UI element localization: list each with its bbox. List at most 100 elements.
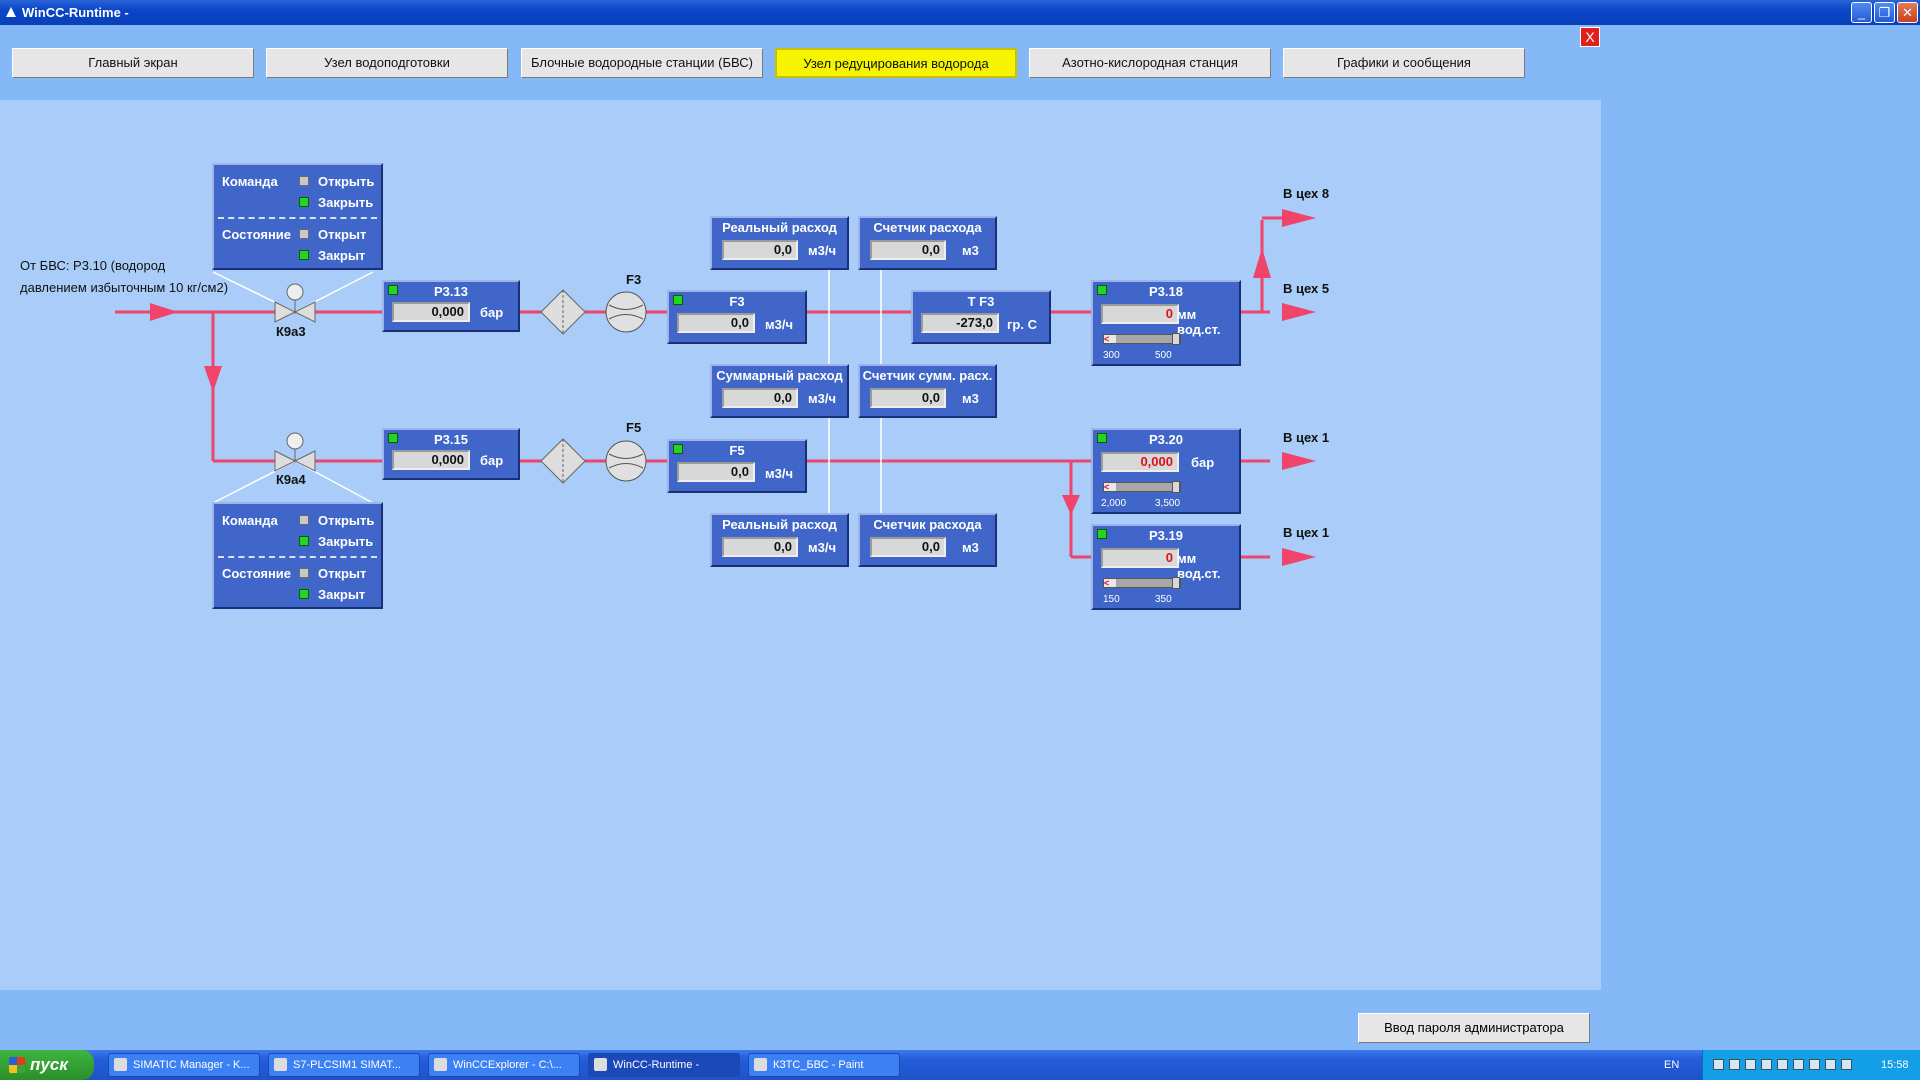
outlet-label: В цех 5 (1283, 281, 1330, 296)
tray-icon[interactable] (1777, 1059, 1788, 1070)
language-indicator[interactable]: EN (1664, 1059, 1679, 1071)
task-wincc-explorer[interactable]: WinCCExplorer - C:\... (428, 1053, 580, 1077)
wincc-explorer-icon (434, 1058, 447, 1071)
low-alarm-icon: < (1104, 482, 1110, 492)
tag-title: Счетчик сумм. расх. (862, 368, 993, 383)
unit-label: мм вод.ст. (1177, 551, 1221, 581)
value-field: 0,0 (677, 313, 755, 333)
opened-state-label: Открыт (318, 227, 367, 242)
real-flow-f5-display[interactable]: Реальный расход 0,0 м3/ч (710, 513, 849, 567)
range-min: 2,000 (1101, 498, 1127, 509)
tray-icon[interactable] (1761, 1059, 1772, 1070)
unit-label: м3/ч (808, 540, 837, 555)
unit-label: м3/ч (808, 243, 837, 258)
value-field: 0 (1101, 304, 1179, 324)
tf3-temperature-display[interactable]: Т F3 -273,0 гр. С (911, 290, 1051, 344)
open-command-led[interactable] (299, 176, 309, 186)
tag-title: Р3.20 (1149, 432, 1183, 447)
open-command-label: Открыть (318, 513, 375, 528)
closed-state-label: Закрыт (318, 248, 366, 263)
range-min: 300 (1103, 350, 1120, 361)
close-command-led[interactable] (299, 536, 309, 546)
f3-flow-display[interactable]: F3 0,0 м3/ч (667, 290, 807, 344)
tray-icon[interactable] (1713, 1059, 1724, 1070)
total-counter-display[interactable]: Счетчик сумм. расх. 0,0 м3 (858, 364, 997, 418)
unit-label: бар (480, 453, 504, 468)
task-plcsim[interactable]: S7-PLCSIM1 SIMAT... (268, 1053, 420, 1077)
valve-k9a3-label: К9а3 (276, 324, 306, 339)
state-label: Состояние (222, 227, 292, 242)
unit-label: м3/ч (765, 317, 794, 332)
filter-icon (540, 438, 586, 484)
close-command-led[interactable] (299, 197, 309, 207)
task-paint[interactable]: КЗТС_БВС - Paint (748, 1053, 900, 1077)
p319-pressure-display[interactable]: Р3.19 0 мм вод.ст. < 150 350 (1091, 524, 1241, 610)
real-flow-f3-display[interactable]: Реальный расход 0,0 м3/ч (710, 216, 849, 270)
command-label: Команда (222, 513, 278, 528)
open-command-led[interactable] (299, 515, 309, 525)
range-bar: < (1103, 577, 1181, 589)
unit-label: мм вод.ст. (1177, 307, 1221, 337)
p320-pressure-display[interactable]: Р3.20 0,000 бар < 2,000 3,500 (1091, 428, 1241, 514)
tray-icon[interactable] (1745, 1059, 1756, 1070)
range-bar: < (1103, 481, 1181, 493)
low-alarm-icon: < (1104, 334, 1110, 344)
tray-icon[interactable] (1729, 1059, 1740, 1070)
open-command-label: Открыть (318, 174, 375, 189)
windows-logo-icon (9, 1057, 25, 1073)
outlet-label: В цех 1 (1283, 525, 1330, 540)
total-flow-display[interactable]: Суммарный расход 0,0 м3/ч (710, 364, 849, 418)
p318-pressure-display[interactable]: Р3.18 0 мм вод.ст. < 300 500 (1091, 280, 1241, 366)
flow-counter-f3-display[interactable]: Счетчик расхода 0,0 м3 (858, 216, 997, 270)
taskbar: пуск SIMATIC Manager - K... S7-PLCSIM1 S… (0, 1050, 1920, 1080)
tag-title: Реальный расход (722, 517, 837, 532)
valve-k9a3-control: Команда Открыть Закрыть Состояние Открыт… (212, 163, 383, 270)
tray-icon[interactable] (1841, 1059, 1852, 1070)
p313-pressure-display[interactable]: Р3.13 0,000 бар (382, 280, 520, 332)
outlet-label: В цех 1 (1283, 430, 1330, 445)
unit-label: м3 (962, 540, 979, 555)
task-wincc-runtime[interactable]: WinCC-Runtime - (588, 1053, 740, 1077)
f3-meter-label: F3 (626, 272, 642, 287)
command-label: Команда (222, 174, 278, 189)
source-label: давлением избыточным 10 кг/см2) (20, 280, 229, 295)
value-field: 0,000 (392, 302, 470, 322)
tag-title: Р3.15 (434, 432, 468, 447)
value-field: 0,0 (722, 537, 798, 557)
value-field: 0,0 (870, 388, 946, 408)
flow-counter-f5-display[interactable]: Счетчик расхода 0,0 м3 (858, 513, 997, 567)
opened-state-label: Открыт (318, 566, 367, 581)
tag-title: Р3.18 (1149, 284, 1183, 299)
tag-title: F5 (729, 443, 745, 458)
task-simatic-manager[interactable]: SIMATIC Manager - K... (108, 1053, 260, 1077)
f5-flow-display[interactable]: F5 0,0 м3/ч (667, 439, 807, 493)
range-max: 350 (1155, 594, 1172, 605)
opened-state-led (299, 229, 309, 239)
unit-label: м3 (962, 243, 979, 258)
start-button[interactable]: пуск (0, 1050, 94, 1080)
plcsim-icon (274, 1058, 287, 1071)
tray-icon[interactable] (1809, 1059, 1820, 1070)
tag-title: Р3.13 (434, 284, 468, 299)
simatic-icon (114, 1058, 127, 1071)
valve-k9a4-control: Команда Открыть Закрыть Состояние Открыт… (212, 502, 383, 609)
tag-title: Р3.19 (1149, 528, 1183, 543)
tag-title: Реальный расход (722, 220, 837, 235)
value-field: 0,0 (870, 240, 946, 260)
tag-title: Т F3 (967, 294, 995, 309)
p315-pressure-display[interactable]: Р3.15 0,000 бар (382, 428, 520, 480)
admin-password-button[interactable]: Ввод пароля администратора (1358, 1013, 1590, 1043)
f5-meter-label: F5 (626, 420, 642, 435)
clock[interactable]: 15:58 (1881, 1059, 1909, 1071)
task-label: WinCCExplorer - C:\... (453, 1059, 562, 1071)
unit-label: м3 (962, 391, 979, 406)
system-tray: 15:58 (1702, 1050, 1920, 1080)
flowmeter-icon (605, 291, 647, 333)
tray-icon[interactable] (1825, 1059, 1836, 1070)
closed-state-led (299, 589, 309, 599)
state-label: Состояние (222, 566, 292, 581)
tray-icon[interactable] (1793, 1059, 1804, 1070)
close-command-label: Закрыть (318, 534, 374, 549)
range-max: 500 (1155, 350, 1172, 361)
task-label: SIMATIC Manager - K... (133, 1059, 250, 1071)
